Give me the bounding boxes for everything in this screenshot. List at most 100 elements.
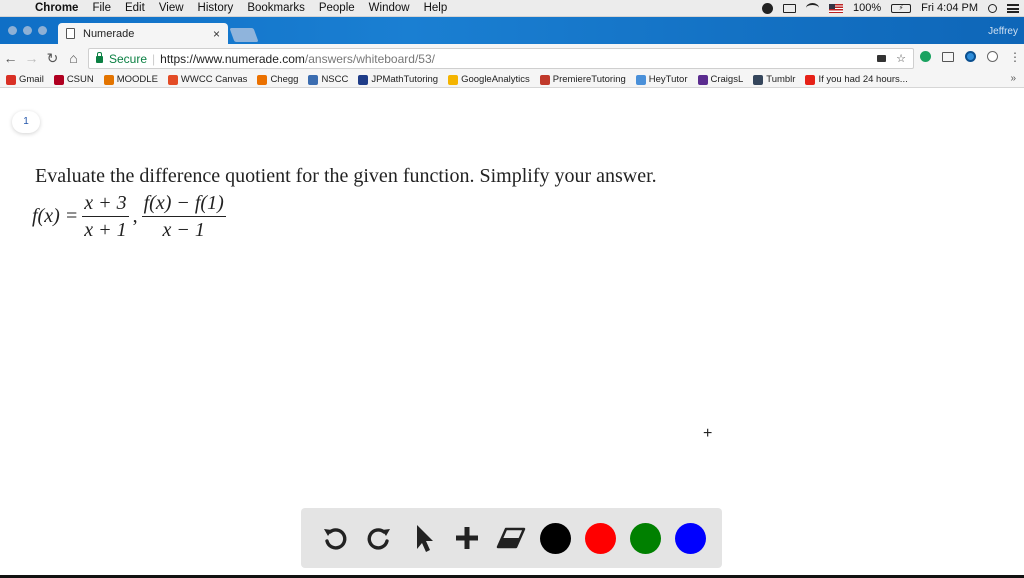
bookmark-csun[interactable]: CSUN	[53, 74, 94, 85]
menubar-status-area: 100% ⚡ Fri 4:04 PM	[757, 0, 1024, 17]
menu-edit[interactable]: Edit	[118, 0, 152, 17]
camera-icon[interactable]	[877, 55, 887, 62]
secure-label: Secure	[109, 51, 148, 66]
menu-file[interactable]: File	[85, 0, 118, 17]
undo-icon[interactable]	[313, 516, 357, 560]
bookmark-moodle[interactable]: MOODLE	[103, 74, 158, 85]
bookmark-jpmathtutoring[interactable]: JPMathTutoring	[358, 74, 438, 85]
bookmark-craigsl[interactable]: CraigsL	[697, 74, 744, 85]
menu-help[interactable]: Help	[417, 0, 455, 17]
color-black-swatch[interactable]	[540, 522, 571, 554]
lock-icon	[96, 52, 103, 63]
menu-history[interactable]: History	[191, 0, 241, 17]
bookmark-label: Chegg	[270, 74, 299, 85]
bookmark-label: MOODLE	[116, 74, 158, 85]
close-window-icon[interactable]	[8, 26, 17, 35]
bookmark-gmail[interactable]: Gmail	[6, 74, 44, 85]
redo-icon[interactable]	[357, 516, 401, 560]
minimize-window-icon[interactable]	[23, 26, 32, 35]
home-icon[interactable]: ⌂	[63, 50, 84, 66]
grammarly-extension-icon[interactable]	[920, 51, 931, 62]
menu-bookmarks[interactable]: Bookmarks	[240, 0, 312, 17]
airplay-icon[interactable]	[778, 3, 801, 13]
bookmark-heytutor[interactable]: HeyTutor	[635, 74, 688, 85]
url-host: https://www.numerade.com	[160, 51, 305, 66]
omnibox-separator: |	[152, 51, 156, 66]
whiteboard-toolbar	[301, 508, 722, 568]
battery-percent[interactable]: 100%	[848, 2, 886, 14]
bookmark-favicon-icon	[358, 74, 369, 85]
tab-numerade[interactable]: Numerade ×	[58, 23, 228, 44]
profile-name[interactable]: Jeffrey	[988, 26, 1018, 37]
color-red-swatch[interactable]	[585, 522, 616, 554]
reload-icon[interactable]: ↻	[42, 50, 63, 67]
page-number-badge[interactable]: 1	[12, 111, 40, 133]
bookmark-favicon-icon	[539, 74, 550, 85]
bookmark-googleanalytics[interactable]: GoogleAnalytics	[448, 74, 530, 85]
notification-center-icon[interactable]	[1002, 3, 1024, 13]
bookmark-label: HeyTutor	[648, 74, 688, 85]
back-arrow-icon[interactable]: ←	[0, 50, 21, 66]
add-plus-icon[interactable]	[445, 516, 489, 560]
chrome-menu-icon[interactable]: ⋮	[1009, 51, 1021, 63]
fraction1-denominator: x + 1	[84, 219, 127, 241]
bookmark-star-icon[interactable]: ☆	[896, 52, 906, 65]
url-path: /answers/whiteboard/53/	[304, 51, 435, 66]
bookmark-chegg[interactable]: Chegg	[257, 74, 298, 85]
browser-toolbar: ← → ↻ ⌂ Secure | https://www.numerade.co…	[0, 44, 1024, 72]
bookmarks-bar: Gmail CSUN MOODLE WWCC Canvas Chegg NSCC JPMat…	[0, 72, 1024, 88]
address-bar[interactable]: Secure | https://www.numerade.com/answer…	[88, 48, 914, 69]
window-controls	[8, 26, 47, 35]
crosshair-cursor: +	[703, 425, 713, 442]
expression-comma: ,	[132, 205, 138, 227]
bookmark-label: CraigsL	[710, 74, 744, 85]
bookmark-favicon-icon	[805, 74, 816, 85]
bookmark-favicon-icon	[635, 74, 646, 85]
whiteboard-canvas[interactable]: 1 Evaluate the difference quotient for t…	[0, 89, 1024, 578]
clock[interactable]: Fri 4:04 PM	[916, 2, 983, 14]
bookmark-label: GoogleAnalytics	[461, 74, 530, 85]
bookmarks-overflow-chevron-icon[interactable]: »	[1010, 73, 1016, 84]
color-green-swatch[interactable]	[630, 522, 661, 554]
new-tab-button[interactable]	[229, 28, 259, 42]
status-dot-icon[interactable]	[757, 2, 778, 14]
bookmark-favicon-icon	[6, 74, 16, 85]
fraction2-denominator: x − 1	[162, 219, 205, 241]
bookmark-wwcc-canvas[interactable]: WWCC Canvas	[167, 74, 247, 85]
bookmark-favicon-icon	[753, 74, 764, 85]
menu-app-name[interactable]: Chrome	[28, 0, 85, 17]
function-lhs: f(x) =	[32, 205, 79, 227]
spotlight-icon[interactable]	[983, 3, 1002, 13]
bookmark-if-you-had-24-hours[interactable]: If you had 24 hours...	[805, 74, 908, 85]
pointer-arrow-icon[interactable]	[401, 516, 445, 560]
color-blue-swatch[interactable]	[675, 522, 706, 554]
bookmark-nscc[interactable]: NSCC	[308, 74, 348, 85]
zoom-window-icon[interactable]	[38, 26, 47, 35]
extension-icon[interactable]	[965, 51, 976, 62]
bookmark-label: NSCC	[321, 74, 349, 85]
bookmark-tumblr[interactable]: Tumblr	[753, 74, 795, 85]
cast-icon[interactable]	[942, 51, 954, 62]
close-tab-icon[interactable]: ×	[213, 27, 220, 41]
eraser-icon[interactable]	[489, 516, 533, 560]
bookmark-premieretutoring[interactable]: PremiereTutoring	[539, 74, 626, 85]
battery-icon[interactable]: ⚡	[886, 3, 916, 13]
bookmark-favicon-icon	[448, 74, 459, 85]
function-expression: f(x) = x + 3 x + 1 , f(x) − f(1) x − 1	[32, 192, 230, 241]
bookmark-favicon-icon	[308, 74, 319, 85]
menu-view[interactable]: View	[152, 0, 191, 17]
menu-people[interactable]: People	[312, 0, 362, 17]
input-source-flag-icon[interactable]	[824, 3, 848, 13]
bookmark-favicon-icon	[257, 74, 268, 85]
tab-strip: Numerade × Jeffrey	[0, 17, 1024, 44]
extension-circle-icon[interactable]	[987, 51, 998, 62]
bookmark-favicon-icon	[53, 74, 64, 85]
bookmark-label: If you had 24 hours...	[818, 74, 908, 85]
forward-arrow-icon[interactable]: →	[21, 50, 42, 66]
extensions-area: ⋮	[920, 51, 1021, 63]
function-fraction: x + 3 x + 1	[82, 192, 129, 241]
question-text: Evaluate the difference quotient for the…	[35, 165, 657, 187]
wifi-icon[interactable]	[801, 3, 824, 13]
menu-window[interactable]: Window	[362, 0, 417, 17]
bookmark-favicon-icon	[697, 74, 708, 85]
